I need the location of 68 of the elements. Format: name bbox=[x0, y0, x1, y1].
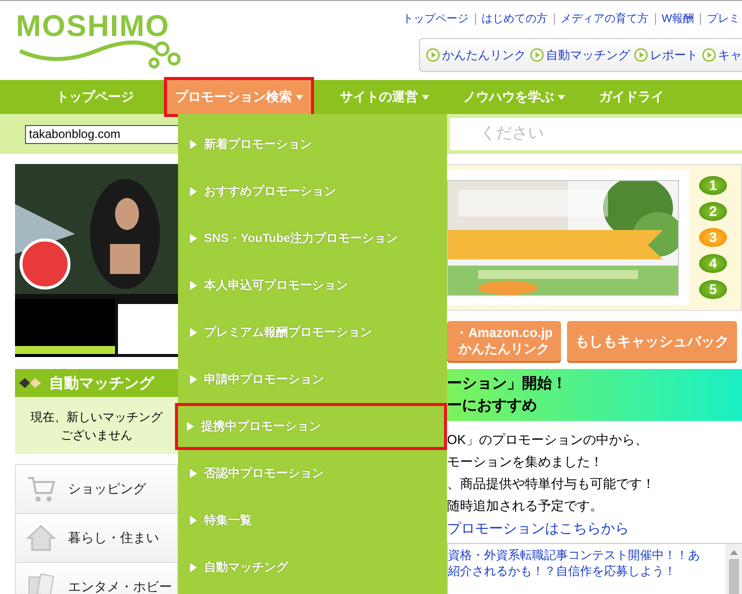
slide-page-button[interactable]: 1 bbox=[699, 176, 727, 195]
slide-page-button[interactable]: 4 bbox=[699, 254, 727, 273]
site-select[interactable]: takabonblog.com bbox=[25, 124, 180, 144]
menu-item[interactable]: プレミアム報酬プロモーション bbox=[178, 309, 447, 356]
triangle-icon bbox=[190, 140, 197, 149]
feature-heading: ーにおすすめ bbox=[447, 396, 538, 416]
quick-link[interactable]: かんたんリンク bbox=[426, 46, 526, 64]
top-link[interactable]: はじめての方 bbox=[482, 11, 548, 26]
slide-page-button[interactable]: 5 bbox=[699, 280, 727, 299]
triangle-icon bbox=[190, 234, 197, 243]
play-icon bbox=[702, 48, 716, 62]
top-link[interactable]: プレミ bbox=[707, 11, 740, 26]
triangle-icon bbox=[190, 469, 197, 478]
menu-item[interactable]: おすすめプロモーション bbox=[178, 168, 447, 215]
slide-page-button[interactable]: 3 bbox=[699, 228, 727, 247]
nav-tab[interactable]: ガイドライ bbox=[591, 80, 672, 114]
scroll-up-icon[interactable] bbox=[730, 550, 738, 555]
triangle-icon bbox=[190, 375, 197, 384]
link-button[interactable]: ・Amazon.co.jp かんたんリンク bbox=[447, 321, 561, 361]
triangle-icon bbox=[190, 563, 197, 572]
quick-link[interactable]: キャ bbox=[702, 46, 742, 64]
menu-item[interactable]: 新着プロモーション bbox=[178, 121, 447, 168]
nav-tab[interactable]: ノウハウを学ぶ bbox=[455, 80, 573, 114]
triangle-icon bbox=[190, 187, 197, 196]
house-icon bbox=[26, 524, 56, 552]
body-text: 随時追加される予定です。 bbox=[447, 497, 604, 515]
quick-link[interactable]: 自動マッチング bbox=[530, 46, 630, 64]
play-icon bbox=[426, 48, 440, 62]
message-text: 現在、新しいマッチング bbox=[30, 408, 162, 426]
news-link[interactable]: 紹介されるかも！？自信作を応募しよう！ bbox=[448, 563, 725, 579]
body-text: OK」のプロモーションの中から、 bbox=[447, 431, 649, 449]
nav-tab[interactable]: サイトの運営 bbox=[332, 80, 437, 114]
menu-item[interactable]: 特集一覧 bbox=[178, 497, 447, 544]
category-item[interactable]: エンタメ・ホビー bbox=[15, 563, 178, 594]
menu-item[interactable]: 提携中プロモーション bbox=[175, 403, 447, 450]
playing-cards-icon bbox=[26, 573, 56, 594]
category-item[interactable]: ショッピング bbox=[15, 464, 178, 514]
body-text: モーションを集めました！ bbox=[447, 453, 604, 471]
nav-tab[interactable]: トップページ bbox=[56, 80, 148, 114]
triangle-icon bbox=[187, 422, 194, 431]
play-icon bbox=[634, 48, 648, 62]
play-icon bbox=[530, 48, 544, 62]
menu-item[interactable]: 申請中プロモーション bbox=[178, 356, 447, 403]
menu-item[interactable]: 自動マッチング bbox=[178, 544, 447, 591]
news-link[interactable]: 資格・外資系転職記事コンテスト開催中！！あ bbox=[448, 547, 725, 563]
message-text: ございません bbox=[60, 426, 132, 444]
triangle-icon bbox=[190, 516, 197, 525]
cart-icon bbox=[26, 475, 56, 503]
top-link[interactable]: W報酬 bbox=[662, 11, 694, 26]
scrollbar[interactable] bbox=[725, 544, 742, 594]
body-text: 、商品提供や特単付与も可能です！ bbox=[447, 475, 656, 493]
search-field[interactable]: ください bbox=[450, 118, 742, 150]
menu-item[interactable]: SNS・YouTube注力プロモーション bbox=[178, 215, 447, 262]
top-link[interactable]: トップページ bbox=[402, 11, 469, 26]
triangle-icon bbox=[190, 281, 197, 290]
slide-page-button[interactable]: 2 bbox=[699, 202, 727, 221]
menu-item[interactable]: 本人申込可プロモーション bbox=[178, 262, 447, 309]
feature-heading: ーション」開始！ bbox=[447, 374, 568, 394]
triangle-icon bbox=[190, 328, 197, 337]
section-title: 自動マッチング bbox=[49, 374, 154, 392]
menu-item[interactable]: 否認中プロモーション bbox=[178, 450, 447, 497]
top-link[interactable]: メディアの育て方 bbox=[560, 11, 649, 26]
feature-link[interactable]: プロモーションはこちらから bbox=[447, 517, 742, 539]
quick-link[interactable]: レポート bbox=[634, 46, 698, 64]
logo-text[interactable]: MOSHIMO bbox=[16, 11, 209, 43]
category-item[interactable]: 暮らし・住まい bbox=[15, 514, 178, 563]
nav-tab[interactable]: プロモーション検索 bbox=[164, 77, 314, 117]
link-button[interactable]: もしもキャッシュバック bbox=[567, 321, 737, 361]
